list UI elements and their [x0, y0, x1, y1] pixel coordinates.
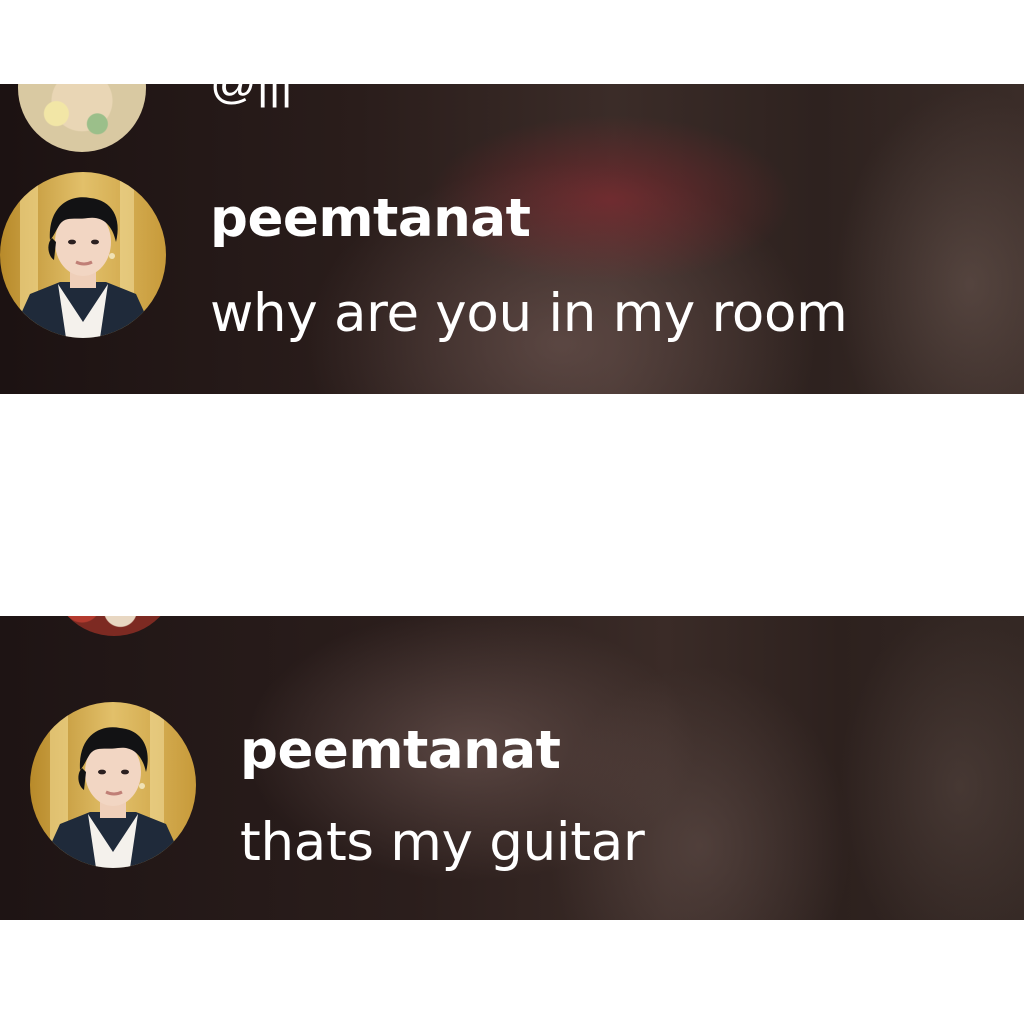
- previous-commenter-avatar[interactable]: [50, 616, 178, 636]
- profile-photo-icon: [0, 172, 166, 338]
- previous-comment-fragment: @|||: [210, 84, 293, 110]
- commenter-avatar[interactable]: [30, 702, 196, 868]
- live-comment-panel-2: peemtanat thats my guitar: [0, 616, 1024, 920]
- comment-username[interactable]: peemtanat: [210, 188, 531, 250]
- profile-photo-icon: [30, 702, 196, 868]
- screenshot-page: @|||: [0, 0, 1024, 1024]
- commenter-avatar[interactable]: [0, 172, 166, 338]
- comment-message: thats my guitar: [240, 812, 645, 873]
- previous-commenter-avatar[interactable]: [18, 84, 146, 152]
- live-comment-panel-1: @|||: [0, 84, 1024, 394]
- comment-username[interactable]: peemtanat: [240, 720, 561, 782]
- comment-message: why are you in my room: [210, 283, 848, 344]
